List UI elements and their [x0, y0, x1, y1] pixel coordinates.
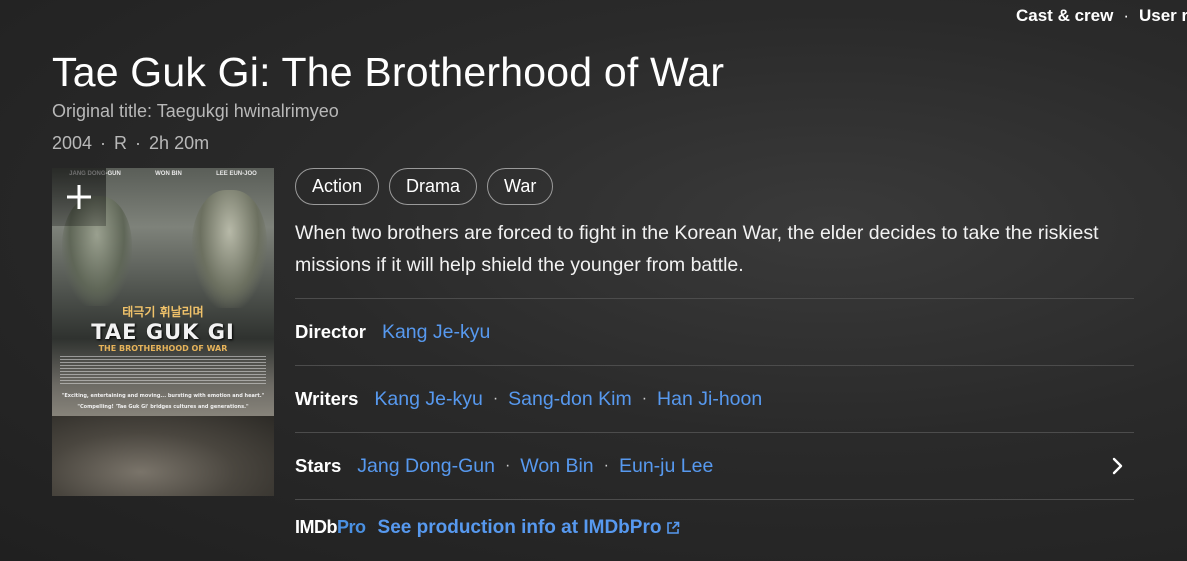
movie-meta: 2004 · R · 2h 20m	[52, 133, 209, 154]
director-label[interactable]: Director	[295, 321, 366, 343]
external-link-icon	[667, 521, 680, 534]
separator-dot: ·	[1123, 6, 1129, 25]
poster-quote: "Exciting, entertaining and moving... bu…	[61, 393, 265, 399]
poster-soldier-image	[192, 190, 267, 308]
writers-row: Writers Kang Je-kyu · Sang-don Kim · Han…	[295, 365, 1134, 432]
poster-title: TAE GUK GI	[91, 320, 235, 344]
runtime: 2h 20m	[149, 133, 210, 153]
imdbpro-row: IMDbPro See production info at IMDbPro	[295, 499, 1134, 555]
pro-logo-text: Pro	[337, 517, 366, 537]
star-link[interactable]: Eun-ju Lee	[619, 455, 713, 478]
writer-link[interactable]: Sang-don Kim	[508, 388, 632, 411]
poster-credit: WON BIN	[155, 171, 182, 177]
imdbpro-link[interactable]: See production info at IMDbPro	[378, 517, 681, 539]
poster-billing-block	[60, 356, 266, 386]
director-row: Director Kang Je-kyu	[295, 298, 1134, 365]
writer-link[interactable]: Han Ji-hoon	[657, 388, 762, 411]
separator-dot: ·	[603, 457, 609, 474]
plus-icon	[67, 185, 91, 209]
poster-subtitle: THE BROTHERHOOD OF WAR	[98, 344, 228, 353]
separator-dot: ·	[492, 390, 499, 407]
star-link[interactable]: Jang Dong-Gun	[357, 455, 495, 478]
separator-dot: ·	[100, 133, 107, 153]
genre-chip-war[interactable]: War	[487, 168, 554, 205]
add-to-watchlist-button[interactable]	[52, 168, 106, 226]
rating-link[interactable]: R	[114, 133, 127, 154]
title-details: Action Drama War When two brothers are f…	[295, 168, 1134, 538]
poster-credit: LEE EUN-JOO	[216, 171, 257, 177]
star-link[interactable]: Won Bin	[520, 455, 593, 478]
user-reviews-link[interactable]: User r	[1139, 6, 1187, 26]
chevron-right-icon[interactable]	[1112, 457, 1124, 475]
separator-dot: ·	[135, 133, 142, 153]
stars-row[interactable]: Stars Jang Dong-Gun · Won Bin · Eun-ju L…	[295, 432, 1134, 499]
poster-quote: "Compelling! 'Tae Guk Gi' bridges cultur…	[77, 404, 249, 410]
genre-chips: Action Drama War	[295, 168, 1134, 205]
genre-chip-action[interactable]: Action	[295, 168, 380, 205]
genre-chip-drama[interactable]: Drama	[389, 168, 478, 205]
original-title: Original title: Taegukgi hwinalrimyeo	[52, 101, 339, 121]
poster-battle-image	[52, 416, 274, 496]
stars-label[interactable]: Stars	[295, 455, 341, 477]
plot-summary: When two brothers are forced to fight in…	[295, 222, 1099, 276]
director-link[interactable]: Kang Je-kyu	[382, 321, 490, 344]
writer-link[interactable]: Kang Je-kyu	[374, 388, 482, 411]
cast-and-crew-link[interactable]: Cast & crew	[1016, 6, 1113, 26]
poster-korean-title: 태극기 휘날리며	[122, 305, 204, 319]
separator-dot: ·	[504, 457, 511, 474]
imdb-logo-text: IMDb	[295, 517, 338, 537]
page-title: Tae Guk Gi: The Brotherhood of War	[52, 49, 725, 95]
top-nav-links: Cast & crew · User r	[1016, 6, 1187, 26]
imdbpro-link-text: See production info at IMDbPro	[377, 516, 662, 538]
writers-label[interactable]: Writers	[295, 388, 358, 410]
imdbpro-logo[interactable]: IMDbPro	[295, 517, 366, 538]
release-year-link[interactable]: 2004	[52, 133, 92, 154]
separator-dot: ·	[641, 390, 648, 407]
